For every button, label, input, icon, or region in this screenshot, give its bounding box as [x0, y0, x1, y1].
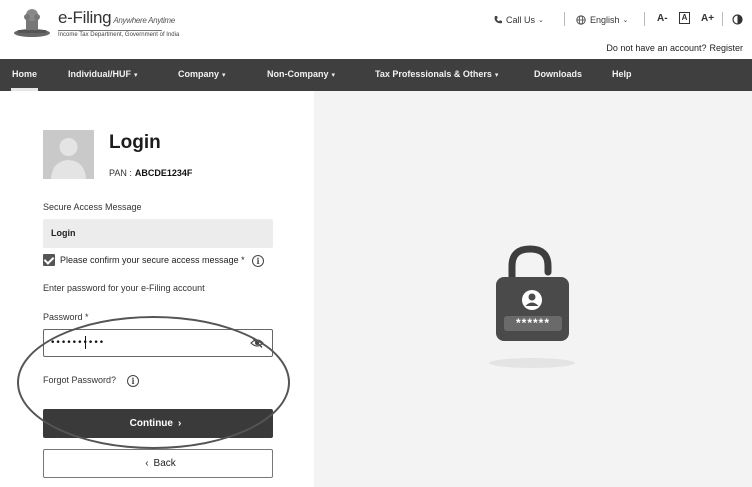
contrast-icon[interactable]: [732, 14, 743, 25]
chevron-down-icon: ▾: [494, 72, 499, 79]
font-increase-button[interactable]: A+: [701, 13, 714, 24]
nav-individual-huf[interactable]: Individual/HUF ▾: [68, 59, 138, 91]
phone-icon: [494, 16, 502, 24]
pan-label: PAN :: [109, 168, 132, 178]
info-icon[interactable]: i: [252, 255, 264, 267]
nav-tax-professionals[interactable]: Tax Professionals & Others ▾: [375, 59, 498, 91]
back-button[interactable]: ‹ Back: [43, 449, 273, 478]
government-emblem-icon: [14, 9, 50, 37]
font-reset-button[interactable]: A: [679, 12, 690, 24]
page-title: Login: [109, 132, 161, 153]
nav-non-company[interactable]: Non-Company ▾: [267, 59, 335, 91]
padlock-icon: ******: [489, 245, 575, 368]
password-input[interactable]: [43, 329, 273, 357]
secure-access-label: Secure Access Message: [43, 202, 142, 212]
pan-line: PAN : ABCDE1234F: [109, 168, 192, 178]
chevron-down-icon: ▾: [331, 72, 336, 79]
text-cursor: [85, 336, 86, 349]
font-decrease-button[interactable]: A-: [657, 13, 668, 24]
nav-downloads[interactable]: Downloads: [534, 59, 582, 91]
forgot-password-link[interactable]: Forgot Password?: [43, 375, 116, 385]
divider: [564, 12, 565, 26]
enter-password-text: Enter password for your e-Filing account: [43, 283, 205, 293]
masked-password-text: ******: [516, 316, 550, 330]
info-icon[interactable]: i: [127, 375, 139, 387]
language-dropdown[interactable]: English ⌄: [576, 12, 628, 28]
divider: [722, 12, 723, 26]
brand-subtitle: Income Tax Department, Government of Ind…: [58, 32, 180, 38]
chevron-down-icon: ⌄: [538, 17, 544, 24]
no-account-text: Do not have an account?: [606, 43, 707, 53]
site-header: e-Filing Anywhere Anytime Income Tax Depa…: [0, 0, 752, 59]
nav-company[interactable]: Company ▾: [178, 59, 226, 91]
confirm-checkbox[interactable]: [43, 254, 55, 266]
chevron-left-icon: ‹: [145, 458, 149, 469]
chevron-down-icon: ⌄: [622, 17, 629, 24]
call-us-label: Call Us: [506, 15, 536, 25]
language-label: English: [590, 15, 620, 25]
user-silhouette-icon: [51, 138, 86, 179]
confirm-label: Please confirm your secure access messag…: [60, 255, 245, 265]
password-label: Password *: [43, 312, 89, 322]
nav-home[interactable]: Home: [10, 59, 39, 91]
brand-block[interactable]: e-Filing Anywhere Anytime Income Tax Depa…: [58, 8, 179, 38]
main-nav: Home Individual/HUF ▾ Company ▾ Non-Compan…: [0, 59, 752, 91]
globe-icon: [576, 15, 586, 25]
pan-value: ABCDE1234F: [134, 168, 193, 178]
call-us-dropdown[interactable]: Call Us ⌄: [493, 12, 544, 28]
continue-label: Continue: [129, 418, 173, 429]
secure-access-message: Login: [43, 219, 273, 248]
back-label: Back: [153, 458, 176, 469]
chevron-down-icon: ▾: [134, 72, 138, 79]
chevron-right-icon: ›: [177, 418, 182, 429]
divider: [644, 12, 645, 26]
account-prompt: Do not have an account? Register: [603, 43, 743, 53]
brand-tagline: Anywhere Anytime: [113, 16, 175, 25]
eye-off-icon[interactable]: [250, 337, 264, 349]
continue-button[interactable]: Continue ›: [43, 409, 273, 438]
chevron-down-icon: ▾: [222, 72, 226, 79]
register-link[interactable]: Register: [709, 43, 743, 53]
brand-title: e-Filing: [58, 8, 112, 27]
brand-divider: [58, 30, 162, 31]
nav-help[interactable]: Help: [612, 59, 632, 91]
avatar: [43, 130, 94, 179]
